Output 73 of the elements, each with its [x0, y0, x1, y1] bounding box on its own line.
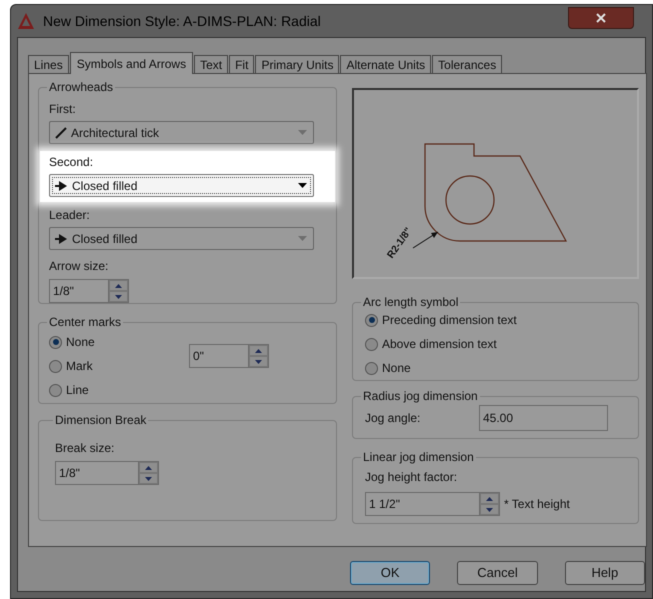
radio-button[interactable] [49, 336, 62, 348]
field-label: Break size: [55, 440, 116, 457]
tab[interactable]: Tolerances [432, 55, 502, 74]
down-triangle-icon [145, 476, 152, 480]
group-title: Linear jog dimension [362, 449, 475, 466]
group-title: Arrowheads [48, 79, 114, 96]
spinner-control[interactable] [479, 493, 499, 515]
dropdown[interactable]: Closed filled [49, 227, 314, 250]
dropdown-value: Architectural tick [71, 124, 160, 142]
caret-icon [298, 236, 307, 241]
radio-label: None [66, 334, 95, 351]
arrowhead-icon [55, 180, 68, 190]
radio-button[interactable] [49, 384, 62, 396]
field-label: Jog angle: [364, 410, 422, 427]
spinner-control[interactable] [248, 345, 268, 367]
spinner-control[interactable] [138, 462, 158, 484]
spin-field[interactable]: 1 1/2" [365, 492, 500, 516]
group-title: Arc length symbol [362, 294, 460, 311]
tab[interactable]: Symbols and Arrows [70, 52, 194, 74]
app-logo-icon [17, 12, 35, 30]
spinner-control[interactable] [108, 280, 128, 302]
arrowhead-icon [55, 234, 68, 244]
up-triangle-icon [145, 466, 152, 470]
radio-label: None [382, 360, 411, 377]
spin-field[interactable]: 1/8" [49, 279, 129, 303]
up-triangle-icon [486, 496, 493, 500]
window-title: New Dimension Style: A-DIMS-PLAN: Radial [43, 12, 321, 31]
field-label: Leader: [49, 207, 91, 224]
radio-label: Line [66, 382, 89, 399]
close-icon [596, 13, 606, 23]
radio-button[interactable] [49, 360, 62, 372]
dropdown[interactable]: Architectural tick [49, 121, 314, 144]
field-value: 1 1/2" [368, 496, 401, 513]
radio-label: Mark [66, 358, 93, 375]
radio-label: Above dimension text [382, 336, 497, 353]
field-label: First: [49, 101, 77, 118]
caret-icon [298, 130, 307, 135]
tab[interactable]: Text [194, 55, 228, 74]
tab[interactable]: Primary Units [255, 55, 340, 74]
tab[interactable]: Fit [229, 55, 254, 74]
down-triangle-icon [486, 508, 493, 512]
dialog-button[interactable]: Help [564, 561, 645, 585]
dialog-button[interactable]: Cancel [457, 561, 538, 585]
dropdown-value: Closed filled [72, 230, 138, 248]
field-value: 0" [192, 348, 205, 365]
group-title: Dimension Break [54, 412, 148, 429]
caret-icon [298, 183, 307, 188]
dialog-button[interactable]: OK [350, 561, 430, 585]
down-triangle-icon [115, 294, 122, 298]
group-title: Center marks [48, 314, 122, 331]
slash-icon [55, 126, 67, 138]
field-value: 1/8" [58, 465, 81, 482]
up-triangle-icon [115, 284, 122, 288]
tab[interactable]: Alternate Units [340, 55, 432, 74]
field-value: 1/8" [52, 283, 75, 300]
close-button[interactable] [568, 7, 634, 29]
up-triangle-icon [255, 348, 262, 352]
field-label: Second: [49, 154, 94, 171]
group-title: Radius jog dimension [362, 388, 479, 405]
field-label: Jog height factor: [364, 469, 458, 486]
dropdown-value: Closed filled [72, 178, 138, 194]
down-triangle-icon [255, 360, 262, 364]
dropdown[interactable]: Closed filled [49, 174, 314, 197]
field-label: Arrow size: [49, 258, 110, 275]
radio-button[interactable] [365, 362, 378, 374]
spin-field[interactable]: 1/8" [55, 461, 159, 485]
radio-label: Preceding dimension text [382, 312, 517, 329]
suffix-label: * Text height [504, 496, 570, 513]
radio-button[interactable] [365, 314, 378, 326]
input-field[interactable]: 45.00 [479, 405, 608, 431]
tab[interactable]: Lines [28, 55, 69, 74]
radio-button[interactable] [365, 338, 378, 350]
spin-field[interactable]: 0" [189, 344, 269, 368]
